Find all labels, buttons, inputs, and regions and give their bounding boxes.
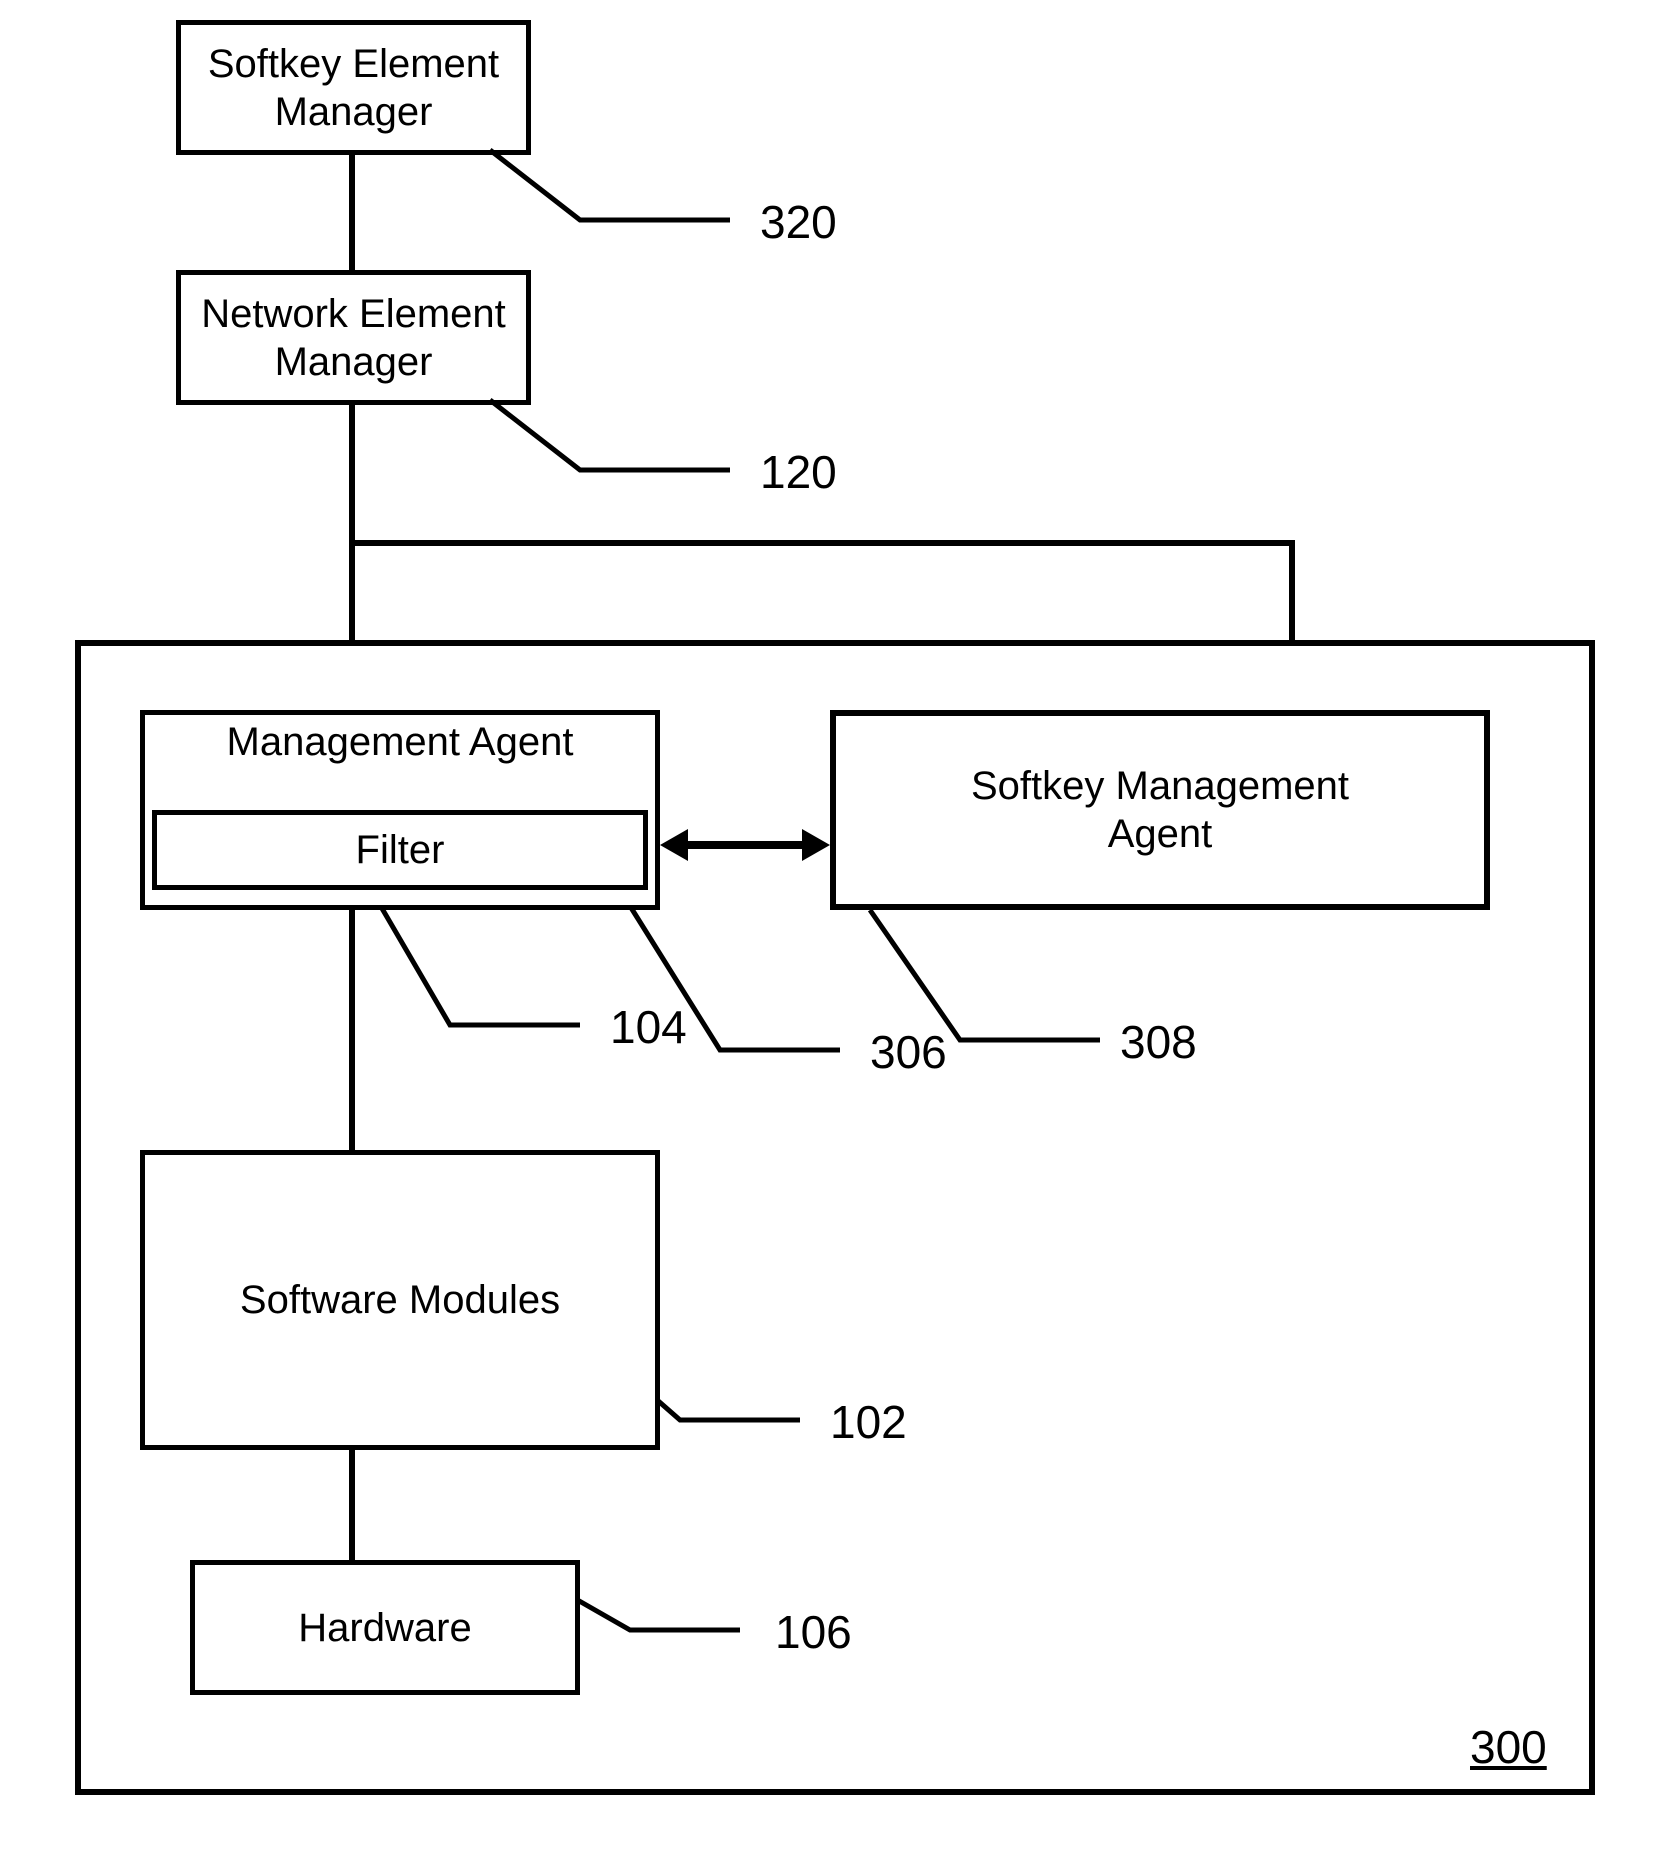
leader-306 [620, 890, 860, 1070]
text-hardware: Hardware [298, 1604, 471, 1652]
leader-320 [490, 150, 750, 240]
text-softkey-management-agent: Softkey Management Agent [971, 762, 1349, 858]
text-filter: Filter [356, 826, 445, 874]
leader-308 [870, 910, 1120, 1060]
connector-sem-nem [349, 155, 355, 270]
leader-104 [380, 905, 600, 1045]
leader-106 [560, 1590, 760, 1650]
box-softkey-management-agent: Softkey Management Agent [830, 710, 1490, 910]
text-softkey-element-manager: Softkey Element Manager [208, 40, 499, 136]
text-software-modules: Software Modules [240, 1276, 560, 1324]
box-filter: Filter [152, 810, 648, 890]
label-120: 120 [760, 445, 837, 499]
label-320: 320 [760, 195, 837, 249]
box-software-modules: Software Modules [140, 1150, 660, 1450]
box-softkey-element-manager: Softkey Element Manager [176, 20, 531, 155]
connector-ma-sm [349, 910, 355, 1155]
connector-sm-hw [349, 1450, 355, 1560]
label-102: 102 [830, 1395, 907, 1449]
text-management-agent: Management Agent [140, 720, 660, 765]
leader-120 [490, 400, 750, 490]
label-106: 106 [775, 1605, 852, 1659]
box-hardware: Hardware [190, 1560, 580, 1695]
text-network-element-manager: Network Element Manager [201, 290, 506, 386]
label-308: 308 [1120, 1015, 1197, 1069]
box-network-element-manager: Network Element Manager [176, 270, 531, 405]
double-arrow [660, 815, 830, 875]
label-300: 300 [1470, 1720, 1547, 1774]
connector-branch-horizontal [349, 540, 1295, 546]
